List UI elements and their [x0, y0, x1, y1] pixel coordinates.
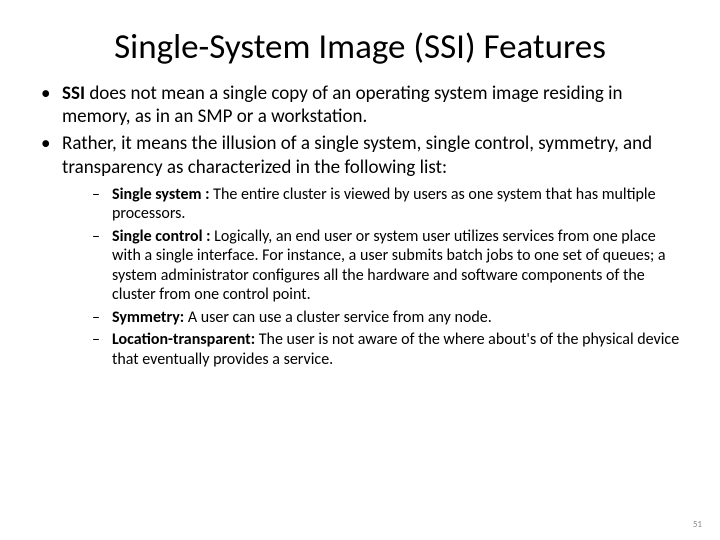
- list-item: SSI does not mean a single copy of an op…: [34, 82, 686, 128]
- list-item: Symmetry: A user can use a cluster servi…: [62, 308, 686, 328]
- sub-item-label: Single control :: [112, 227, 214, 246]
- item-text: does not mean a single copy of an operat…: [62, 82, 623, 128]
- item-text: Rather, it means the illusion of a singl…: [62, 132, 652, 178]
- sub-item-label: Single system :: [112, 185, 213, 204]
- slide-title: Single-System Image (SSI) Features: [34, 26, 686, 68]
- sub-item-label: Location-transparent:: [112, 330, 259, 349]
- list-item: Single system : The entire cluster is vi…: [62, 185, 686, 224]
- sub-item-text: A user can use a cluster service from an…: [188, 308, 492, 327]
- slide: Single-System Image (SSI) Features SSI d…: [0, 0, 720, 540]
- page-number: 51: [693, 519, 702, 530]
- sub-item-label: Symmetry:: [112, 308, 188, 327]
- bullet-list-level1: SSI does not mean a single copy of an op…: [34, 82, 686, 369]
- bullet-list-level2: Single system : The entire cluster is vi…: [62, 185, 686, 370]
- list-item: Rather, it means the illusion of a singl…: [34, 132, 686, 369]
- list-item: Location-transparent: The user is not aw…: [62, 330, 686, 369]
- list-item: Single control : Logically, an end user …: [62, 227, 686, 305]
- item-text-bold: SSI: [62, 82, 89, 105]
